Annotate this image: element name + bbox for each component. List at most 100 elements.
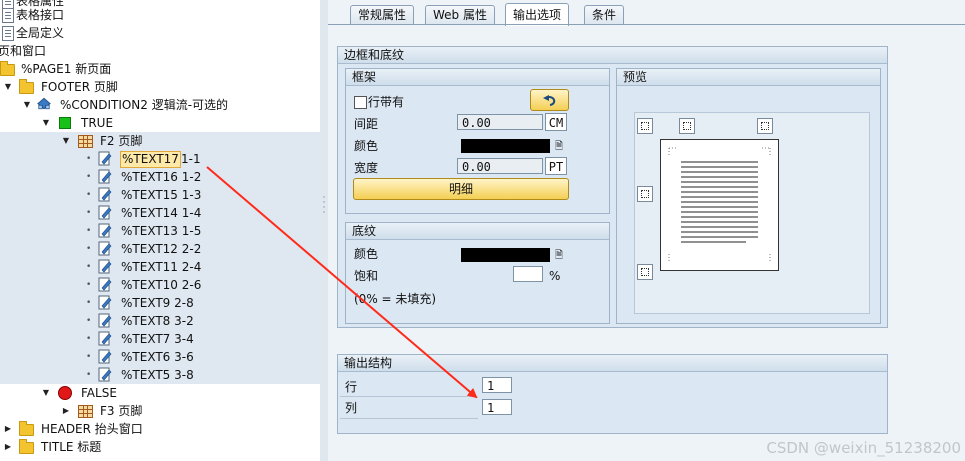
splitter-grip-icon[interactable]: · · · · — [322, 194, 326, 218]
collapse-triangle-icon[interactable]: ▼ — [41, 114, 51, 132]
collapse-triangle-icon[interactable]: ▼ — [3, 78, 13, 96]
tree-item-text6[interactable]: • %TEXT6 3-6 — [0, 348, 320, 366]
expand-triangle-icon[interactable]: ▶ — [3, 420, 13, 438]
border-shading-group: 边框和底纹 框架 行带有 间距 0.00 CM 颜色 🗎 宽度 0.00 PT … — [337, 46, 888, 328]
tree-item-header-window[interactable]: ▶ HEADER 抬头窗口 — [0, 420, 320, 438]
tree-item-text16[interactable]: • %TEXT16 1-2 — [0, 168, 320, 186]
tree-item-text14[interactable]: • %TEXT14 1-4 — [0, 204, 320, 222]
tree-item-text10[interactable]: • %TEXT10 2-6 — [0, 276, 320, 294]
tree-item-false[interactable]: ▼ FALSE — [0, 384, 320, 402]
tree-item-condition2[interactable]: ▼ %CONDITION2 逻辑流-可选的 — [0, 96, 320, 114]
text-edit-icon — [98, 295, 112, 310]
collapse-triangle-icon[interactable]: ▼ — [22, 96, 32, 114]
document-icon — [2, 8, 14, 23]
undo-button[interactable] — [530, 89, 569, 111]
text-edit-icon — [98, 187, 112, 202]
tab-web-attributes[interactable]: Web 属性 — [425, 5, 495, 25]
form-tree-panel: 表格属性 表格接口 全局定义 页和窗口 ▼ %PAGE1 新页面 ▼ FOOTE… — [0, 0, 321, 461]
group-title: 边框和底纹 — [338, 47, 887, 64]
preview-page — [660, 139, 779, 271]
border-top-left-icon[interactable] — [637, 118, 653, 134]
border-top-icon[interactable] — [679, 118, 695, 134]
frame-color-swatch[interactable] — [461, 139, 550, 153]
template-grid-icon — [78, 405, 93, 418]
tree-item-f2-footer[interactable]: ▼ F2 页脚 — [0, 132, 320, 150]
preview-group: 预览 — [616, 68, 881, 324]
saturation-field[interactable] — [513, 266, 543, 282]
text-edit-icon — [98, 205, 112, 220]
output-options-content: 边框和底纹 框架 行带有 间距 0.00 CM 颜色 🗎 宽度 0.00 PT … — [330, 26, 965, 461]
width-field[interactable]: 0.00 — [457, 158, 543, 174]
tree-item-global-definitions[interactable]: 全局定义 — [0, 24, 320, 42]
document-icon — [2, 26, 14, 41]
output-structure-title: 输出结构 — [338, 355, 887, 372]
tree-item-text11[interactable]: • %TEXT11 2-4 — [0, 258, 320, 276]
color-picker-icon[interactable]: 🗎 — [555, 248, 563, 265]
spacing-field[interactable]: 0.00 — [457, 114, 543, 130]
panel-splitter[interactable] — [320, 0, 328, 461]
shading-color-swatch[interactable] — [461, 248, 550, 262]
folder-icon — [19, 439, 34, 454]
tree-item-text13[interactable]: • %TEXT13 1-5 — [0, 222, 320, 240]
tree-item-text5[interactable]: • %TEXT5 3-8 — [0, 366, 320, 384]
line-with-checkbox[interactable] — [354, 96, 367, 109]
row-field[interactable]: 1 — [482, 377, 512, 393]
text-edit-icon — [98, 331, 112, 346]
tab-conditions[interactable]: 条件 — [584, 5, 625, 25]
tree-item-footer[interactable]: ▼ FOOTER 页脚 — [0, 78, 320, 96]
shading-title: 底纹 — [346, 223, 609, 240]
tab-strip: 常规属性 Web 属性 输出选项 条件 — [328, 0, 965, 26]
selected-node-label: %TEXT17 — [120, 151, 181, 168]
tree-item-form-interface[interactable]: 表格接口 — [0, 6, 320, 24]
tree-item-true[interactable]: ▼ TRUE — [0, 114, 320, 132]
watermark: CSDN @weixin_51238200 — [766, 439, 961, 457]
border-bottom-left-icon[interactable] — [637, 264, 653, 280]
border-top-right-icon[interactable] — [757, 118, 773, 134]
tree-item-f3-footer[interactable]: ▶ F3 页脚 — [0, 402, 320, 420]
tree-item-pages-windows[interactable]: 页和窗口 — [0, 42, 320, 60]
text-edit-icon — [98, 313, 112, 328]
preview-title: 预览 — [617, 69, 880, 86]
tree-item-text15[interactable]: • %TEXT15 1-3 — [0, 186, 320, 204]
text-edit-icon — [98, 169, 112, 184]
shading-group: 底纹 颜色 🗎 饱和 % (0% = 未填充) — [345, 222, 610, 324]
text-edit-icon — [98, 367, 112, 382]
expand-triangle-icon[interactable]: ▶ — [61, 402, 71, 420]
frame-title: 框架 — [346, 69, 609, 86]
green-true-icon — [59, 117, 71, 129]
folder-open-icon — [0, 61, 15, 76]
collapse-triangle-icon[interactable]: ▼ — [61, 132, 71, 150]
tree-item-text17[interactable]: • %TEXT17 1-1 — [0, 150, 320, 168]
width-unit-field[interactable]: PT — [545, 157, 567, 175]
preview-text-lines — [668, 147, 771, 262]
tree-item-text9[interactable]: • %TEXT9 2-8 — [0, 294, 320, 312]
text-edit-icon — [98, 349, 112, 364]
red-false-icon — [58, 386, 72, 400]
condition-flow-icon — [37, 97, 51, 110]
text-edit-icon — [98, 259, 112, 274]
expand-triangle-icon[interactable]: ▶ — [3, 438, 13, 456]
details-button[interactable]: 明细 — [353, 178, 569, 200]
spacing-unit-field[interactable]: CM — [545, 113, 567, 131]
folder-icon — [19, 79, 34, 94]
tree-item-text7[interactable]: • %TEXT7 3-4 — [0, 330, 320, 348]
column-field[interactable]: 1 — [482, 399, 512, 415]
undo-icon — [542, 95, 555, 106]
tree-item-text8[interactable]: • %TEXT8 3-2 — [0, 312, 320, 330]
color-picker-icon[interactable]: 🗎 — [555, 139, 563, 156]
folder-icon — [19, 421, 34, 436]
text-edit-icon — [98, 223, 112, 238]
output-structure-group: 输出结构 行 1 列 1 — [337, 354, 888, 434]
tree-item-page1[interactable]: ▼ %PAGE1 新页面 — [0, 60, 320, 78]
border-left-icon[interactable] — [637, 186, 653, 202]
tab-output-options[interactable]: 输出选项 — [505, 3, 570, 26]
frame-group: 框架 行带有 间距 0.00 CM 颜色 🗎 宽度 0.00 PT 明细 — [345, 68, 610, 214]
tree-item-text12[interactable]: • %TEXT12 2-2 — [0, 240, 320, 258]
preview-area — [634, 112, 870, 314]
tab-general-attributes[interactable]: 常规属性 — [350, 5, 415, 25]
tree-item-title[interactable]: ▶ TITLE 标题 — [0, 438, 320, 456]
template-grid-icon — [78, 135, 93, 148]
collapse-triangle-icon[interactable]: ▼ — [41, 384, 51, 402]
text-edit-icon — [98, 151, 112, 166]
text-edit-icon — [98, 241, 112, 256]
